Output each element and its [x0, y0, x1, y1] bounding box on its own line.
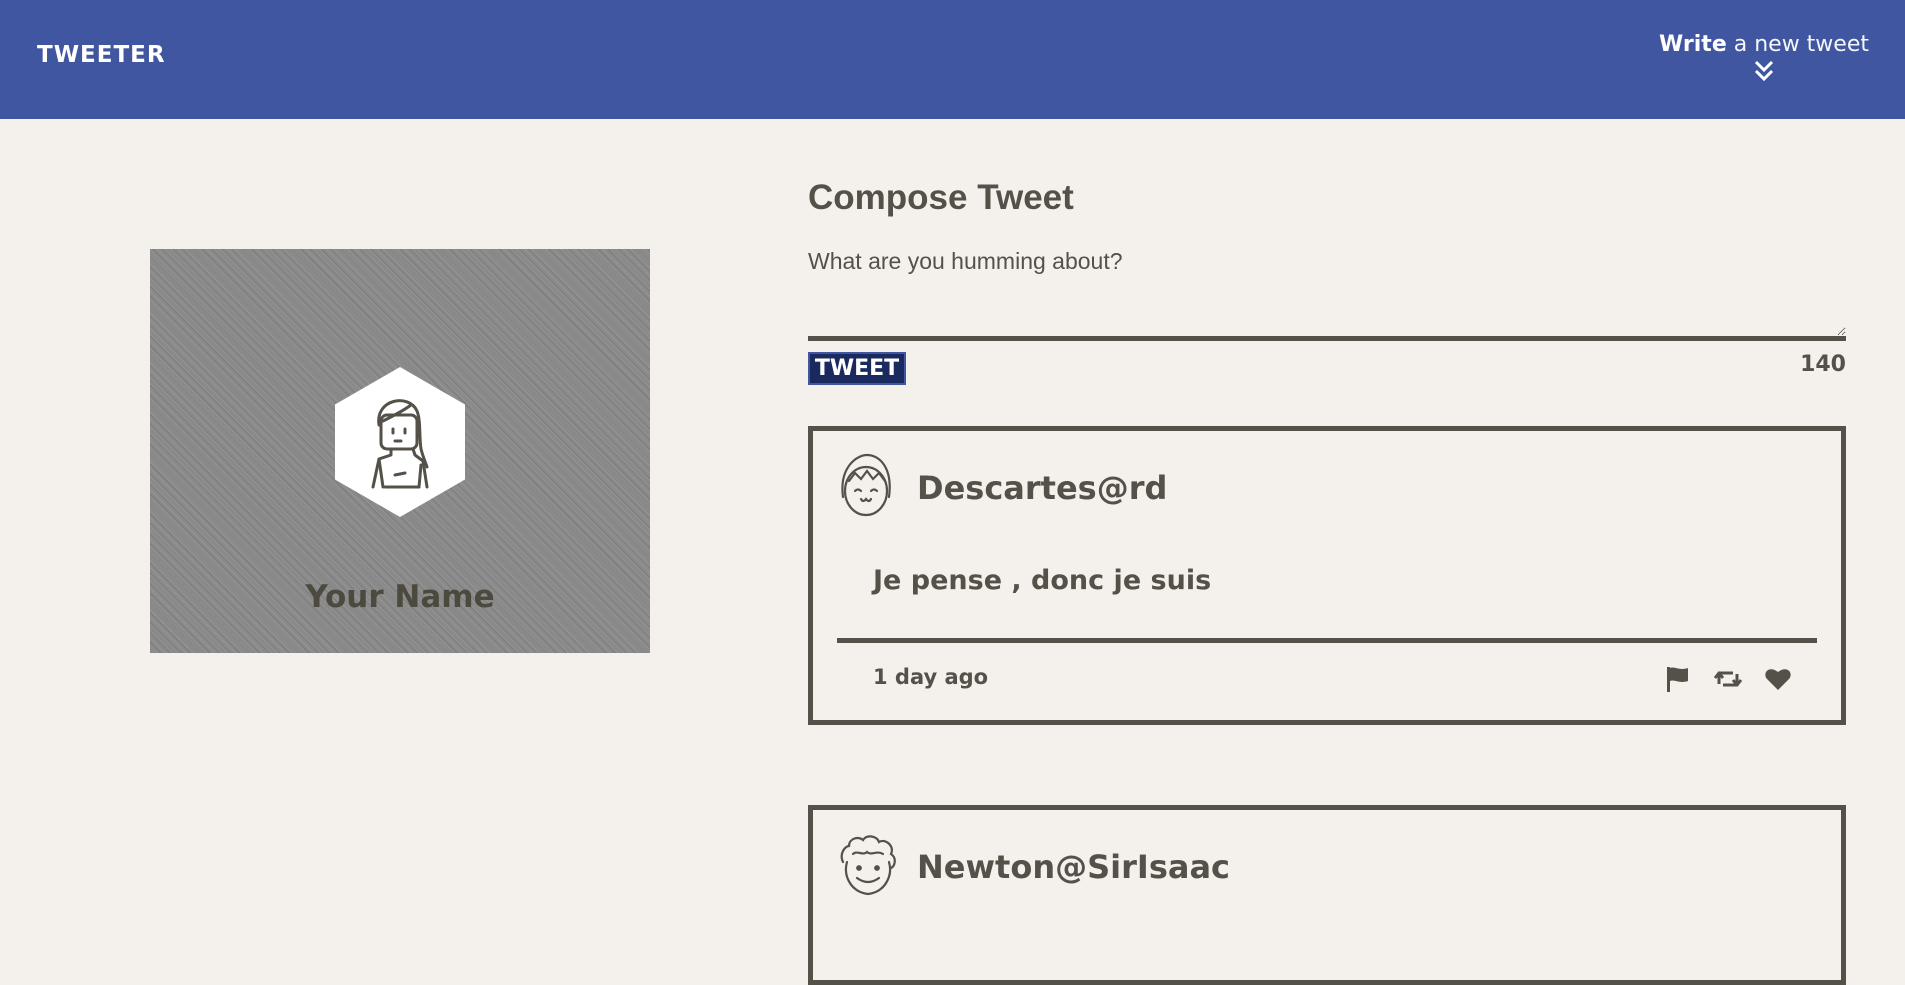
- tweet-text: Je pense , donc je suis: [873, 565, 1212, 596]
- tweet-card: Descartes@rd Je pense , donc je suis 1 d…: [808, 426, 1846, 725]
- tweet-handle: Descartes@rd: [917, 469, 1168, 507]
- curly-hair-face-avatar-icon: [840, 835, 896, 896]
- heart-icon[interactable]: [1763, 664, 1793, 694]
- profile-card: Your Name: [150, 249, 650, 653]
- compose-underline: [808, 336, 1846, 341]
- double-chevron-down-icon: [1754, 60, 1774, 82]
- flag-icon[interactable]: [1663, 664, 1693, 694]
- girl-avatar-icon: [371, 399, 429, 489]
- write-toggle-strong: Write: [1659, 32, 1727, 57]
- write-new-tweet-toggle[interactable]: Write a new tweet: [1659, 32, 1869, 83]
- tweet-card: Newton@SirIsaac: [808, 805, 1846, 985]
- girl-face-avatar-icon: [841, 453, 891, 517]
- retweet-icon[interactable]: [1713, 664, 1743, 694]
- character-counter: 140: [1800, 352, 1846, 377]
- write-toggle-rest: a new tweet: [1726, 32, 1869, 57]
- top-nav: TWEETER Write a new tweet: [0, 0, 1905, 119]
- tweet-handle: Newton@SirIsaac: [917, 848, 1231, 886]
- profile-name: Your Name: [305, 579, 495, 615]
- tweet-actions: [1663, 664, 1793, 694]
- profile-avatar: [335, 367, 465, 517]
- compose-title: Compose Tweet: [808, 178, 1074, 217]
- tweet-submit-button[interactable]: TWEET: [808, 352, 906, 385]
- brand-logo[interactable]: TWEETER: [37, 42, 166, 68]
- tweet-textarea[interactable]: [808, 248, 1846, 336]
- tweet-timestamp: 1 day ago: [873, 665, 989, 689]
- tweet-divider: [837, 638, 1817, 643]
